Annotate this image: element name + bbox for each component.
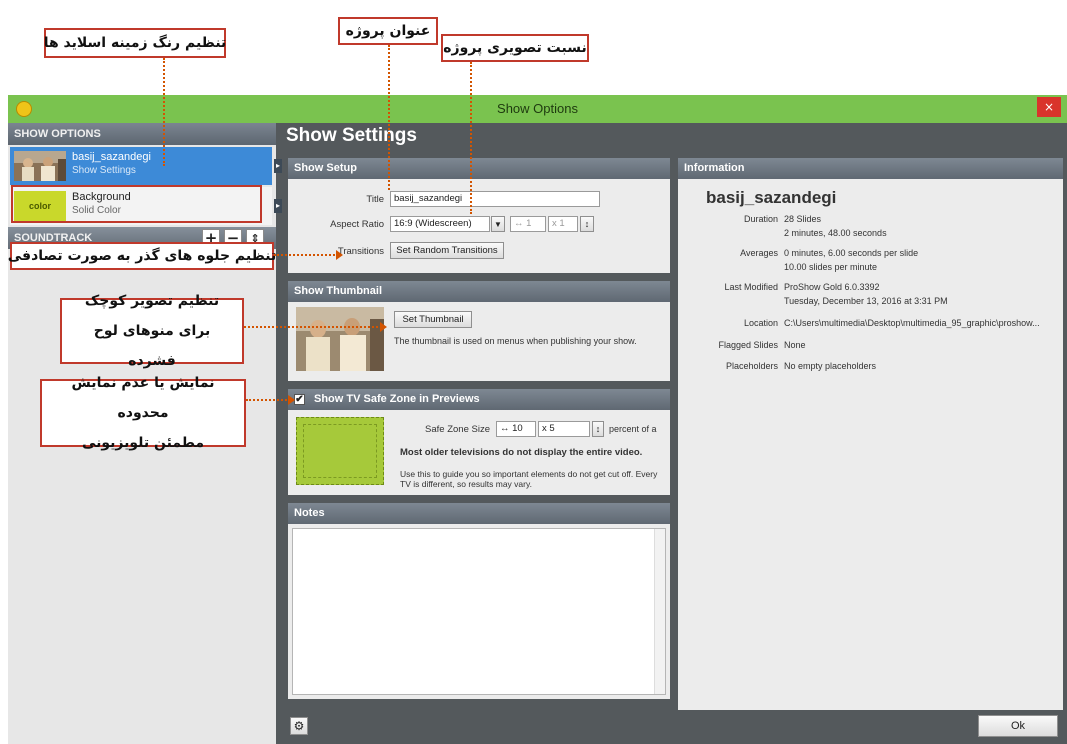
sidebar-item-subtitle: Show Settings <box>72 165 136 176</box>
safe-zone-header: ✔ Show TV Safe Zone in Previews <box>288 389 670 410</box>
callout-aspect-ratio: نسبت تصویری پروژه <box>441 34 589 62</box>
chevron-down-icon[interactable]: ▼ <box>491 216 505 232</box>
aspect-width-value: 1 <box>526 218 532 229</box>
leader-line-safe-zone <box>246 399 290 401</box>
notes-scrollbar[interactable] <box>654 529 665 694</box>
sidebar-header: SHOW OPTIONS <box>8 123 276 145</box>
last-modified-date: Tuesday, December 13, 2016 at 3:31 PM <box>784 296 948 306</box>
aspect-ratio-select[interactable]: 16:9 (Widescreen) <box>390 216 490 232</box>
safe-zone-description: Use this to guide you so important eleme… <box>400 469 658 489</box>
show-thumbnail-header: Show Thumbnail <box>288 281 670 302</box>
safe-zone-title: Show TV Safe Zone in Previews <box>314 393 480 405</box>
callout-transitions: تنظیم جلوه های گذر به صورت تصادفی <box>8 242 276 270</box>
callout-project-title: عنوان پروژه <box>338 17 438 45</box>
highlight-background-item <box>11 185 262 223</box>
location-value: C:\Users\multimedia\Desktop\multimedia_9… <box>784 318 1040 328</box>
placeholders-value: No empty placeholders <box>784 361 877 371</box>
duration-slides: 28 Slides <box>784 214 822 224</box>
information-header: Information <box>678 158 1063 179</box>
set-random-transitions-button[interactable]: Set Random Transitions <box>390 242 504 259</box>
link-icon: ↔ <box>514 218 524 229</box>
safe-zone-inner-border <box>303 424 377 478</box>
last-modified-label: Last Modified <box>724 282 778 292</box>
show-name: basij_sazandegi <box>706 188 837 207</box>
arrow-right-icon <box>336 250 343 260</box>
safe-zone-x-value: 10 <box>512 423 523 434</box>
leader-line-background <box>163 58 165 166</box>
show-thumbnail-image <box>14 151 66 181</box>
callout-safe-zone-line2: مطمئن تلویزیونی <box>81 435 205 451</box>
safe-zone-bold-text: Most older televisions do not display th… <box>400 447 643 458</box>
arrow-right-icon <box>380 322 387 332</box>
notes-panel: Notes <box>288 503 670 699</box>
averages-label: Averages <box>740 248 778 258</box>
window-title: Show Options <box>497 101 578 116</box>
gear-icon[interactable]: ⚙ <box>290 717 308 735</box>
aspect-width-input[interactable]: ↔ 1 <box>510 216 546 232</box>
duration-time: 2 minutes, 48.00 seconds <box>784 228 887 238</box>
x-icon: x <box>542 423 547 434</box>
arrow-right-icon <box>288 395 295 405</box>
placeholders-label: Placeholders <box>725 361 778 371</box>
last-modified-version: ProShow Gold 6.0.3392 <box>784 282 880 292</box>
averages-per-minute: 10.00 slides per minute <box>784 262 878 272</box>
thumbnail-preview-image <box>296 307 384 371</box>
safe-zone-preview <box>296 417 384 485</box>
x-icon: x <box>552 218 557 229</box>
leader-line-thumbnail <box>244 326 382 328</box>
callout-safe-zone-line1: نمایش یا عدم نمایش محدوده <box>71 375 215 421</box>
chevron-right-icon: ▸ <box>274 199 282 213</box>
title-input[interactable]: basij_sazandegi <box>390 191 600 207</box>
safe-zone-y-value: 5 <box>549 423 555 434</box>
callout-thumbnail-line1: تنظیم تصویر کوچک <box>84 293 220 309</box>
stepper-icon[interactable]: ↕ <box>592 421 604 437</box>
aspect-height-value: 1 <box>559 218 565 229</box>
ok-button[interactable]: Ok <box>978 715 1058 737</box>
notes-textarea[interactable] <box>292 528 666 695</box>
flagged-slides-label: Flagged Slides <box>718 340 778 350</box>
information-panel: Information basij_sazandegi Duration 28 … <box>678 158 1063 710</box>
safe-zone-panel: ✔ Show TV Safe Zone in Previews Safe Zon… <box>288 389 670 495</box>
duration-label: Duration <box>743 214 778 224</box>
show-setup-panel: Show Setup Title basij_sazandegi Aspect … <box>288 158 670 273</box>
sidebar-item-show-settings[interactable]: basij_sazandegi Show Settings ▸ <box>10 147 282 185</box>
safe-zone-y-input[interactable]: x 5 <box>538 421 590 437</box>
location-label: Location <box>743 318 778 328</box>
safe-zone-x-input[interactable]: ↔ 10 <box>496 421 536 437</box>
title-bar[interactable]: Show Options × <box>8 95 1067 123</box>
averages-per-slide: 0 minutes, 6.00 seconds per slide <box>784 248 919 258</box>
callout-thumbnail: تنظیم تصویر کوچک برای منوهای لوح فشرده <box>60 293 244 369</box>
aspect-height-input[interactable]: x 1 <box>548 216 578 232</box>
stepper-icon[interactable]: ↕ <box>580 216 594 232</box>
sidebar-item-title: basij_sazandegi <box>72 151 151 163</box>
notes-header: Notes <box>288 503 670 524</box>
callout-thumbnail-line2: برای منوهای لوح فشرده <box>93 323 211 369</box>
link-icon: ↔ <box>500 423 510 434</box>
callout-safe-zone: نمایش یا عدم نمایش محدوده مطمئن تلویزیون… <box>40 375 246 451</box>
callout-background-color: تنظیم رنگ زمینه اسلاید ها <box>44 28 226 58</box>
thumbnail-description: The thumbnail is used on menus when publ… <box>394 336 637 346</box>
safe-zone-size-label: Safe Zone Size <box>425 424 490 435</box>
safe-zone-checkbox[interactable]: ✔ <box>294 394 305 405</box>
percent-label: percent of a <box>609 424 657 434</box>
set-thumbnail-button[interactable]: Set Thumbnail <box>394 311 472 328</box>
leader-line-transitions <box>274 254 338 256</box>
show-thumbnail-panel: Show Thumbnail Set Thumbnail The thumbna… <box>288 281 670 381</box>
leader-line-aspect <box>470 62 472 214</box>
title-label: Title <box>366 194 384 205</box>
close-button[interactable]: × <box>1037 97 1061 117</box>
show-setup-header: Show Setup <box>288 158 670 179</box>
chevron-right-icon: ▸ <box>274 159 282 173</box>
aspect-ratio-label: Aspect Ratio <box>330 219 384 230</box>
page-title: Show Settings <box>286 125 417 146</box>
leader-line-title <box>388 45 390 190</box>
flagged-slides-value: None <box>784 340 806 350</box>
